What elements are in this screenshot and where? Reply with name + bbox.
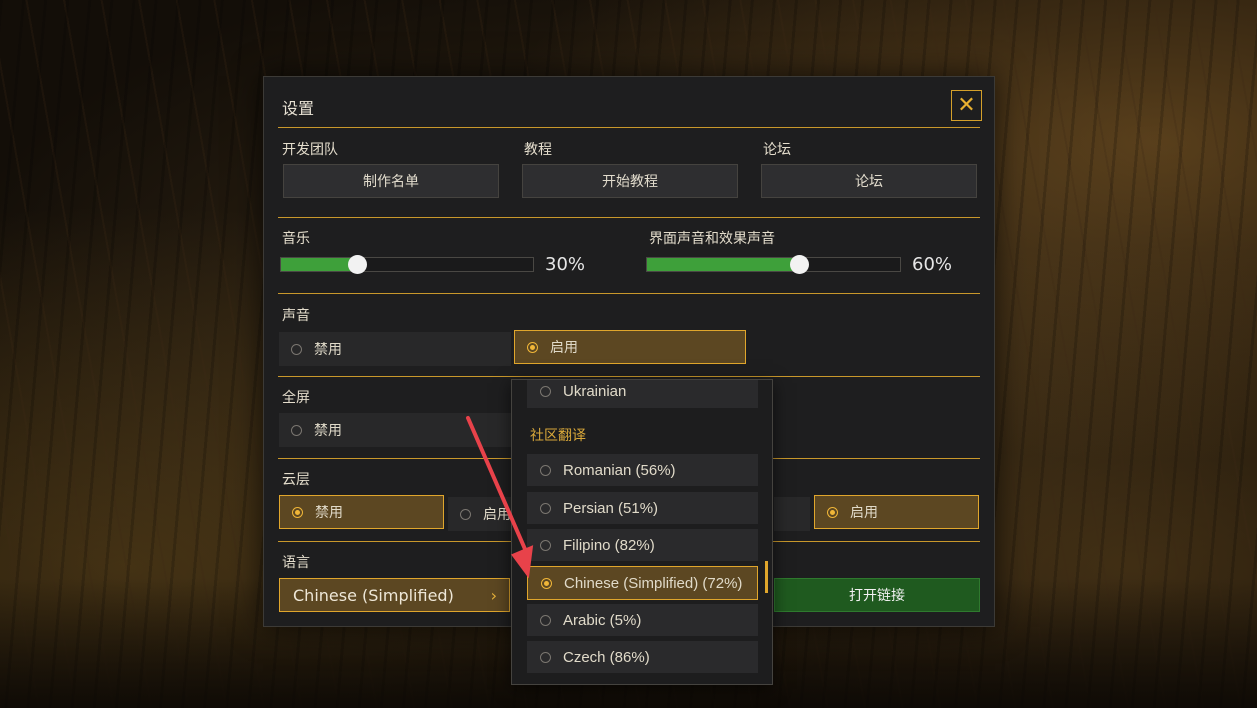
dropdown-item[interactable]: Filipino (82%)	[527, 529, 758, 561]
option-label: Arabic (5%)	[563, 611, 642, 629]
language-dropdown[interactable]: Ukrainian 社区翻译 Romanian (56%) Persian (5…	[511, 379, 773, 685]
option-label: Persian (51%)	[563, 499, 659, 517]
music-slider-fill	[281, 258, 357, 271]
ui-sound-slider-fill	[647, 258, 799, 271]
close-icon[interactable]: ✕	[951, 90, 982, 121]
ui-sound-slider-thumb[interactable]	[789, 255, 809, 274]
ui-sound-percent: 60%	[912, 254, 953, 275]
cloud-right-enable-option[interactable]: 启用	[814, 495, 979, 529]
option-label: 禁用	[314, 423, 342, 439]
fullscreen-disable-option[interactable]: 禁用	[279, 413, 511, 447]
radio-icon	[827, 506, 838, 518]
radio-icon	[292, 506, 303, 518]
radio-icon	[540, 385, 551, 397]
chevron-right-icon: ›	[490, 586, 497, 605]
dropdown-item[interactable]: Romanian (56%)	[527, 454, 758, 486]
sound-label: 声音	[282, 308, 310, 324]
divider	[278, 293, 980, 294]
language-select[interactable]: Chinese (Simplified) ›	[279, 578, 510, 612]
sound-disable-option[interactable]: 禁用	[279, 332, 511, 366]
community-translation-heading: 社区翻译	[530, 428, 586, 444]
dropdown-item-selected[interactable]: Chinese (Simplified) (72%)	[527, 566, 758, 600]
option-label: Filipino (82%)	[563, 536, 655, 554]
radio-icon	[540, 614, 551, 626]
ui-sound-slider[interactable]	[646, 255, 901, 274]
radio-icon	[527, 341, 538, 353]
dropdown-scrollbar-thumb[interactable]	[765, 561, 768, 593]
dropdown-item[interactable]: Arabic (5%)	[527, 604, 758, 636]
start-tutorial-button[interactable]: 开始教程	[522, 164, 738, 198]
forum-label: 论坛	[763, 142, 791, 158]
radio-icon	[540, 464, 551, 476]
radio-icon	[291, 424, 302, 436]
language-label: 语言	[282, 555, 310, 571]
ui-sound-label: 界面声音和效果声音	[649, 231, 775, 247]
option-label: 禁用	[315, 505, 343, 521]
open-link-button[interactable]: 打开链接	[774, 578, 980, 612]
fullscreen-label: 全屏	[282, 390, 310, 406]
dropdown-item-partial[interactable]: Ukrainian	[527, 380, 758, 408]
option-label: 禁用	[314, 342, 342, 358]
option-label: Ukrainian	[563, 382, 627, 400]
radio-icon	[541, 577, 552, 589]
option-label: 启用	[550, 340, 578, 356]
option-label: 启用	[483, 507, 511, 523]
clouds-label: 云层	[282, 472, 310, 488]
team-label: 开发团队	[282, 142, 338, 158]
dialog-title: 设置	[282, 99, 315, 118]
divider	[278, 127, 980, 128]
radio-icon	[291, 343, 302, 355]
radio-icon	[540, 651, 551, 663]
music-slider-thumb[interactable]	[347, 255, 367, 274]
clouds-enable-option[interactable]: 启用	[448, 497, 512, 531]
cloud-option-partial[interactable]	[774, 497, 810, 531]
option-label: Czech (86%)	[563, 648, 650, 666]
music-percent: 30%	[545, 254, 586, 275]
divider	[278, 376, 980, 377]
radio-icon	[540, 502, 551, 514]
language-value: Chinese (Simplified)	[293, 585, 454, 605]
radio-icon	[540, 539, 551, 551]
music-slider[interactable]	[280, 255, 534, 274]
dropdown-item[interactable]: Persian (51%)	[527, 492, 758, 524]
dropdown-item[interactable]: Czech (86%)	[527, 641, 758, 673]
option-label: Romanian (56%)	[563, 461, 676, 479]
sound-enable-option[interactable]: 启用	[514, 330, 746, 364]
credits-button[interactable]: 制作名单	[283, 164, 499, 198]
forum-button[interactable]: 论坛	[761, 164, 977, 198]
music-label: 音乐	[282, 231, 310, 247]
clouds-disable-option[interactable]: 禁用	[279, 495, 444, 529]
radio-icon	[460, 508, 471, 520]
tutorial-label: 教程	[524, 142, 552, 158]
option-label: Chinese (Simplified) (72%)	[564, 574, 743, 592]
divider	[278, 217, 980, 218]
option-label: 启用	[850, 505, 878, 521]
